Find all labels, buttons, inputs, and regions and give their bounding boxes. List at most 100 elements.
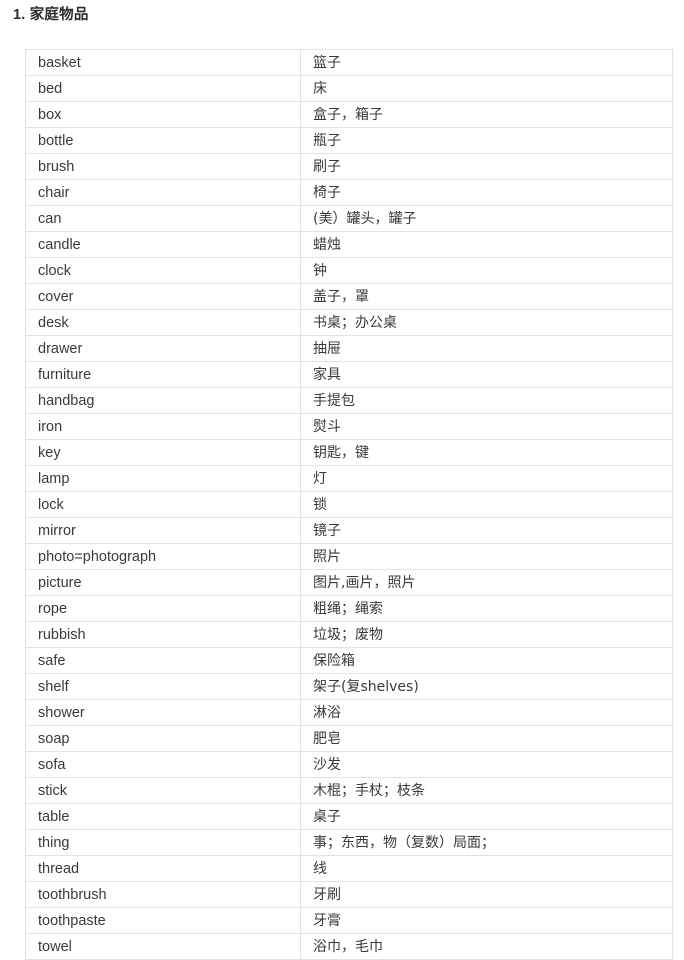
cell-chinese: 图片,画片，照片 xyxy=(300,569,673,596)
table-row: shelf 架子(复shelves) xyxy=(25,673,673,700)
table-row: chair 椅子 xyxy=(25,179,673,206)
cell-chinese: 肥皂 xyxy=(300,725,673,752)
table-row: key 钥匙，键 xyxy=(25,439,673,466)
cell-english: candle xyxy=(25,231,301,258)
cell-english: rubbish xyxy=(25,621,301,648)
table-row: candle 蜡烛 xyxy=(25,231,673,258)
cell-english: basket xyxy=(25,49,301,76)
cell-chinese: 桌子 xyxy=(300,803,673,830)
cell-english: box xyxy=(25,101,301,128)
table-row: basket 篮子 xyxy=(25,49,673,76)
cell-english: safe xyxy=(25,647,301,674)
cell-chinese: 熨斗 xyxy=(300,413,673,440)
cell-chinese: 沙发 xyxy=(300,751,673,778)
table-row: sofa 沙发 xyxy=(25,751,673,778)
cell-english: stick xyxy=(25,777,301,804)
document-page: 1. 家庭物品 basket 篮子 bed 床 box 盒子，箱子 bottle 瓶子 brus… xyxy=(0,0,684,960)
cell-english: furniture xyxy=(25,361,301,388)
cell-english: sofa xyxy=(25,751,301,778)
cell-chinese: 事；东西，物（复数）局面； xyxy=(300,829,673,856)
cell-chinese: 刷子 xyxy=(300,153,673,180)
table-body: basket 篮子 bed 床 box 盒子，箱子 bottle 瓶子 brush 刷子 chair… xyxy=(25,49,673,960)
table-row: toothpaste 牙膏 xyxy=(25,907,673,934)
table-row: picture 图片,画片，照片 xyxy=(25,569,673,596)
table-row: photo=photograph 照片 xyxy=(25,543,673,570)
cell-english: brush xyxy=(25,153,301,180)
cell-chinese: 架子(复shelves) xyxy=(300,673,673,700)
cell-english: shelf xyxy=(25,673,301,700)
cell-english: desk xyxy=(25,309,301,336)
table-row: rope 粗绳；绳索 xyxy=(25,595,673,622)
cell-chinese: 淋浴 xyxy=(300,699,673,726)
table-row: mirror 镜子 xyxy=(25,517,673,544)
table-row: towel 浴巾，毛巾 xyxy=(25,933,673,960)
table-row: soap 肥皂 xyxy=(25,725,673,752)
cell-chinese: 灯 xyxy=(300,465,673,492)
table-row: safe 保险箱 xyxy=(25,647,673,674)
cell-chinese: 浴巾，毛巾 xyxy=(300,933,673,960)
cell-chinese: 钥匙，键 xyxy=(300,439,673,466)
cell-english: thread xyxy=(25,855,301,882)
table-row: lock 锁 xyxy=(25,491,673,518)
cell-english: bed xyxy=(25,75,301,102)
cell-english: iron xyxy=(25,413,301,440)
cell-chinese: 篮子 xyxy=(300,49,673,76)
section-heading: 1. 家庭物品 xyxy=(13,7,89,23)
table-row: brush 刷子 xyxy=(25,153,673,180)
table-row: rubbish 垃圾；废物 xyxy=(25,621,673,648)
table-row: table 桌子 xyxy=(25,803,673,830)
cell-chinese: 镜子 xyxy=(300,517,673,544)
cell-chinese: 瓶子 xyxy=(300,127,673,154)
cell-english: soap xyxy=(25,725,301,752)
cell-english: thing xyxy=(25,829,301,856)
cell-english: toothbrush xyxy=(25,881,301,908)
cell-chinese: 家具 xyxy=(300,361,673,388)
cell-english: towel xyxy=(25,933,301,960)
cell-english: lock xyxy=(25,491,301,518)
cell-english: picture xyxy=(25,569,301,596)
cell-english: photo=photograph xyxy=(25,543,301,570)
table-row: shower 淋浴 xyxy=(25,699,673,726)
cell-english: chair xyxy=(25,179,301,206)
table-row: clock 钟 xyxy=(25,257,673,284)
cell-english: shower xyxy=(25,699,301,726)
table-row: thread 线 xyxy=(25,855,673,882)
table-row: stick 木棍；手杖；枝条 xyxy=(25,777,673,804)
cell-chinese: 牙膏 xyxy=(300,907,673,934)
cell-english: bottle xyxy=(25,127,301,154)
table-row: bottle 瓶子 xyxy=(25,127,673,154)
cell-english: lamp xyxy=(25,465,301,492)
cell-english: key xyxy=(25,439,301,466)
cell-chinese: 木棍；手杖；枝条 xyxy=(300,777,673,804)
cell-chinese: 锁 xyxy=(300,491,673,518)
cell-chinese: 抽屉 xyxy=(300,335,673,362)
cell-chinese: 手提包 xyxy=(300,387,673,414)
cell-english: can xyxy=(25,205,301,232)
cell-english: toothpaste xyxy=(25,907,301,934)
cell-chinese: 椅子 xyxy=(300,179,673,206)
cell-chinese: 床 xyxy=(300,75,673,102)
cell-chinese: 钟 xyxy=(300,257,673,284)
cell-chinese: 蜡烛 xyxy=(300,231,673,258)
cell-english: handbag xyxy=(25,387,301,414)
table-row: toothbrush 牙刷 xyxy=(25,881,673,908)
table-row: handbag 手提包 xyxy=(25,387,673,414)
cell-english: cover xyxy=(25,283,301,310)
cell-chinese: 粗绳；绳索 xyxy=(300,595,673,622)
cell-chinese: 保险箱 xyxy=(300,647,673,674)
table-row: thing 事；东西，物（复数）局面； xyxy=(25,829,673,856)
cell-english: drawer xyxy=(25,335,301,362)
cell-english: table xyxy=(25,803,301,830)
table-row: bed 床 xyxy=(25,75,673,102)
cell-chinese: (美）罐头，罐子 xyxy=(300,205,673,232)
table-row: drawer 抽屉 xyxy=(25,335,673,362)
table-row: cover 盖子，罩 xyxy=(25,283,673,310)
table-row: iron 熨斗 xyxy=(25,413,673,440)
cell-chinese: 线 xyxy=(300,855,673,882)
table-row: box 盒子，箱子 xyxy=(25,101,673,128)
cell-english: rope xyxy=(25,595,301,622)
cell-english: clock xyxy=(25,257,301,284)
table-row: furniture 家具 xyxy=(25,361,673,388)
cell-chinese: 垃圾；废物 xyxy=(300,621,673,648)
cell-chinese: 牙刷 xyxy=(300,881,673,908)
